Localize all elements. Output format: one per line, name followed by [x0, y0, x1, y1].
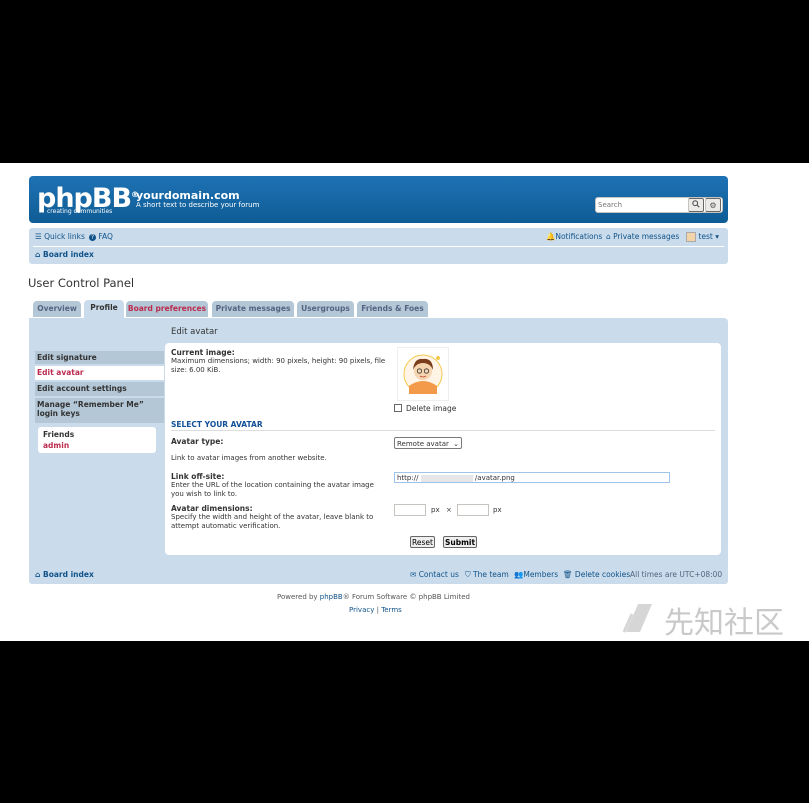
trash-icon: 🗑 — [563, 570, 573, 579]
breadcrumb-board-index[interactable]: ⌂ Board index — [35, 250, 94, 259]
inbox-icon: ⌂ — [606, 232, 611, 241]
privacy-link[interactable]: Privacy — [349, 606, 374, 614]
user-avatar-small — [686, 232, 696, 242]
select-avatar-heading: SELECT YOUR AVATAR — [171, 420, 263, 429]
watermark-logo-icon — [622, 604, 652, 633]
the-team-label: The team — [473, 570, 509, 579]
menu-edit-signature[interactable]: Edit signature — [35, 351, 164, 364]
home-icon: ⌂ — [35, 570, 41, 579]
tab-friends-foes[interactable]: Friends & Foes — [357, 301, 428, 317]
footer-policy-links: Privacy | Terms — [349, 606, 402, 614]
private-messages-label: Private messages — [613, 232, 680, 241]
home-icon: ⌂ — [35, 250, 41, 259]
menu-edit-avatar[interactable]: Edit avatar — [35, 366, 164, 380]
the-team-link[interactable]: ⛉ The team — [465, 570, 509, 580]
private-messages-link[interactable]: ⌂ Private messages — [606, 232, 679, 241]
avatar-width-input[interactable] — [394, 504, 426, 516]
section-divider — [171, 430, 715, 431]
site-description: A short text to describe your forum — [136, 201, 260, 209]
width-unit: px — [431, 506, 440, 514]
friend-admin-link[interactable]: admin — [43, 441, 69, 450]
height-unit: px — [493, 506, 502, 514]
quick-links-menu[interactable]: ☰ Quick links — [35, 232, 85, 241]
caret-down-icon: ▾ — [715, 232, 719, 241]
separator: | — [376, 606, 379, 614]
avatar-image — [403, 354, 443, 394]
menu-edit-account-settings[interactable]: Edit account settings — [35, 382, 164, 396]
avatar-height-input[interactable] — [457, 504, 489, 516]
search-icon — [692, 200, 700, 208]
delete-cookies-link[interactable]: 🗑 Delete cookies — [563, 570, 630, 579]
search-input[interactable] — [598, 199, 682, 210]
powered-suffix: ® Forum Software © phpBB Limited — [342, 593, 470, 601]
tab-usergroups[interactable]: Usergroups — [297, 301, 354, 317]
bell-icon: 🔔 — [546, 232, 556, 241]
tab-board-preferences[interactable]: Board preferences — [126, 301, 208, 317]
friends-title: Friends — [43, 430, 75, 439]
group-icon: 👥 — [514, 570, 524, 579]
username-label: test — [698, 232, 713, 241]
remote-avatar-desc: Link to avatar images from another websi… — [171, 454, 327, 462]
avatar-type-select[interactable]: Remote avatar ⌄ — [394, 437, 462, 449]
faq-link[interactable]: ? FAQ — [89, 232, 113, 241]
search-button[interactable] — [688, 198, 704, 212]
form-heading: Edit avatar — [171, 327, 218, 337]
phpbb-link[interactable]: phpBB — [320, 593, 343, 601]
avatar-dimensions-label: Avatar dimensions: — [171, 504, 253, 513]
contact-us-label: Contact us — [418, 570, 459, 579]
page-margin-right — [737, 163, 809, 641]
search-box: ⚙ — [595, 197, 723, 213]
timezone-text: All times are UTC+08:00 — [630, 570, 723, 579]
url-suffix: /avatar.png — [474, 474, 515, 482]
times-sign: × — [446, 506, 452, 514]
watermark-text: 先知社区 — [664, 606, 784, 641]
friends-box: Friends admin — [38, 427, 156, 453]
avatar-url-input[interactable]: http:// /avatar.png — [394, 472, 670, 483]
avatar-type-label: Avatar type: — [171, 437, 224, 446]
members-label: Members — [523, 570, 559, 579]
redacted-url-host — [420, 474, 473, 482]
notifications-label: Notifications — [555, 232, 603, 241]
delete-cookies-label: Delete cookies — [574, 570, 631, 579]
hamburger-icon: ☰ — [35, 232, 42, 241]
delete-image-label: Delete image — [406, 404, 457, 413]
delete-image-checkbox[interactable] — [394, 404, 402, 412]
members-link[interactable]: 👥Members — [514, 570, 558, 579]
board-index-label: Board index — [43, 250, 94, 259]
tab-profile[interactable]: Profile — [84, 300, 124, 318]
faq-label: FAQ — [98, 232, 113, 241]
gear-icon: ⚙ — [709, 201, 717, 210]
footer-board-index[interactable]: ⌂ Board index — [35, 570, 94, 579]
reset-button[interactable]: Reset — [410, 536, 435, 548]
current-avatar — [397, 347, 449, 401]
submit-button[interactable]: Submit — [443, 536, 477, 548]
logo-subtitle: creating communities — [47, 208, 113, 215]
menu-remember-me-keys[interactable]: Manage “Remember Me” login keys — [35, 398, 164, 423]
quick-links-label: Quick links — [44, 232, 85, 241]
shield-icon: ⛉ — [465, 570, 471, 579]
link-offsite-label: Link off-site: — [171, 472, 225, 481]
page-margin-left — [0, 163, 20, 641]
current-image-desc: Maximum dimensions; width: 90 pixels, he… — [171, 357, 386, 374]
avatar-dimensions-desc: Specify the width and height of the avat… — [171, 513, 374, 530]
page-title: User Control Panel — [28, 276, 135, 290]
tab-overview[interactable]: Overview — [33, 301, 81, 317]
contact-us-link[interactable]: ✉ Contact us — [410, 570, 459, 579]
footer-board-index-label: Board index — [43, 570, 94, 579]
powered-prefix: Powered by — [277, 593, 320, 601]
terms-link[interactable]: Terms — [381, 606, 402, 614]
advanced-search-button[interactable]: ⚙ — [705, 198, 721, 212]
avatar-type-value: Remote avatar — [397, 440, 449, 448]
chevron-down-icon: ⌄ — [453, 440, 459, 448]
user-menu[interactable]: test ▾ — [686, 232, 719, 242]
question-icon: ? — [89, 234, 96, 241]
current-image-label: Current image: — [171, 348, 235, 357]
link-offsite-desc: Enter the URL of the location containing… — [171, 481, 374, 498]
url-prefix: http:// — [397, 474, 419, 482]
powered-by: Powered by phpBB® Forum Software © phpBB… — [277, 593, 470, 601]
tab-private-messages[interactable]: Private messages — [212, 301, 294, 317]
navbar-divider — [33, 246, 724, 247]
notifications-link[interactable]: 🔔Notifications — [546, 232, 602, 241]
envelope-icon: ✉ — [410, 570, 417, 579]
